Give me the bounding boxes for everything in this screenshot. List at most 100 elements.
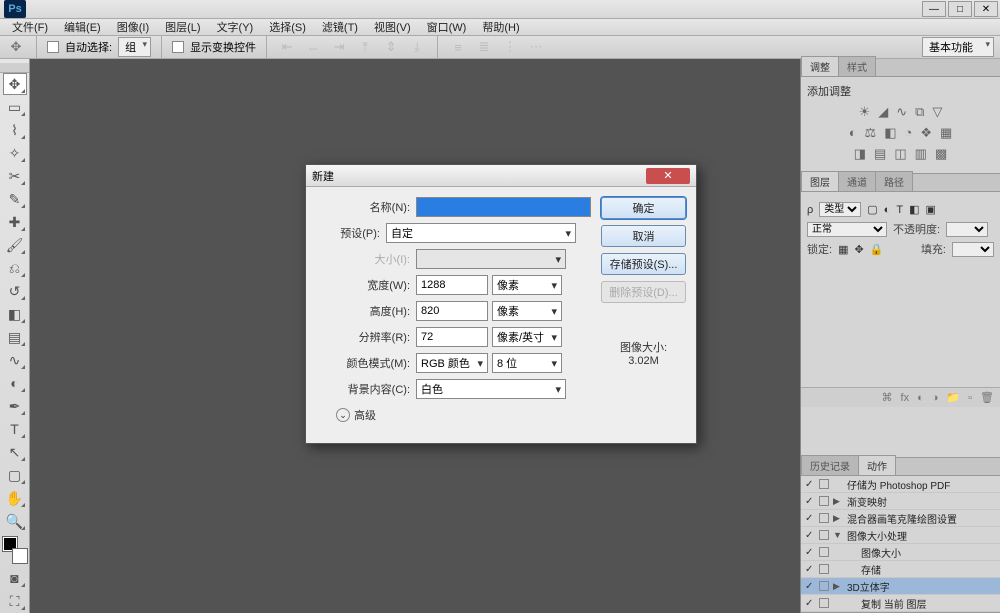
menu-select[interactable]: 选择(S)	[261, 19, 314, 35]
balance-icon[interactable]: ⚖	[865, 125, 877, 141]
fill-select[interactable]	[952, 242, 994, 257]
auto-select-target[interactable]: 组	[118, 37, 151, 57]
width-unit-select[interactable]: 像素	[492, 275, 562, 295]
resolution-unit-select[interactable]: 像素/英寸	[492, 327, 562, 347]
threshold-icon[interactable]: ◫	[894, 146, 906, 162]
action-row[interactable]: ✓▶3D立体字	[801, 578, 1000, 595]
colormode-select[interactable]: RGB 颜色	[416, 353, 488, 373]
brush-tool[interactable]: 🖌	[3, 234, 27, 256]
menu-layer[interactable]: 图层(L)	[157, 19, 208, 35]
action-row[interactable]: ✓仔储为 Photoshop PDF	[801, 476, 1000, 493]
selective-color-icon[interactable]: ▩	[935, 146, 947, 162]
move-tool[interactable]: ✥	[3, 73, 27, 95]
menu-help[interactable]: 帮助(H)	[474, 19, 527, 35]
photo-filter-icon[interactable]: ◔	[905, 125, 913, 141]
move-tool-icon[interactable]: ✥	[6, 37, 26, 57]
shape-tool[interactable]: ▢	[3, 464, 27, 486]
stamp-tool[interactable]: ⎌	[3, 257, 27, 279]
maximize-button[interactable]: □	[948, 1, 972, 17]
minimize-button[interactable]: —	[922, 1, 946, 17]
tab-adjustments[interactable]: 调整	[801, 56, 839, 76]
workspace-switcher[interactable]: 基本功能	[922, 37, 994, 57]
curves-icon[interactable]: ∿	[896, 104, 907, 120]
height-input[interactable]	[416, 301, 488, 321]
quickmask-tool[interactable]: ◙	[3, 567, 27, 589]
width-input[interactable]	[416, 275, 488, 295]
levels-icon[interactable]: ◢	[878, 104, 888, 120]
filter-pixel-icon[interactable]: ▢	[867, 203, 877, 216]
tab-channels[interactable]: 通道	[838, 171, 876, 191]
menu-file[interactable]: 文件(F)	[4, 19, 56, 35]
action-row[interactable]: ✓图像大小	[801, 544, 1000, 561]
lasso-tool[interactable]: ⌇	[3, 119, 27, 141]
save-preset-button[interactable]: 存储预设(S)...	[601, 253, 686, 275]
trash-icon[interactable]: 🗑	[980, 391, 994, 404]
invert-icon[interactable]: ◨	[854, 146, 866, 162]
bitdepth-select[interactable]: 8 位	[492, 353, 562, 373]
show-transform-checkbox[interactable]	[172, 41, 184, 53]
auto-select-checkbox[interactable]	[47, 41, 59, 53]
fx-icon[interactable]: fx	[901, 392, 910, 404]
lookup-icon[interactable]: ▦	[940, 125, 952, 141]
blur-tool[interactable]: ∿	[3, 349, 27, 371]
preset-select[interactable]: 自定	[386, 223, 576, 243]
menu-window[interactable]: 窗口(W)	[419, 19, 475, 35]
color-swatches[interactable]	[3, 537, 27, 563]
lock-position-icon[interactable]: ✥	[854, 243, 863, 256]
close-window-button[interactable]: ✕	[974, 1, 998, 17]
mask-icon[interactable]: ◐	[917, 392, 924, 404]
lock-all-icon[interactable]: 🔒	[870, 243, 884, 256]
marquee-tool[interactable]: ▭	[3, 96, 27, 118]
hand-tool[interactable]: ✋	[3, 487, 27, 509]
action-row[interactable]: ✓▶渐变映射	[801, 493, 1000, 510]
crop-tool[interactable]: ✂	[3, 165, 27, 187]
menu-image[interactable]: 图像(I)	[109, 19, 157, 35]
pen-tool[interactable]: ✒	[3, 395, 27, 417]
menu-view[interactable]: 视图(V)	[366, 19, 419, 35]
layer-filter-select[interactable]: 类型	[819, 202, 861, 217]
gradient-tool[interactable]: ▤	[3, 326, 27, 348]
action-row[interactable]: ✓▶混合器画笔克隆绘图设置	[801, 510, 1000, 527]
group-icon[interactable]: 📁	[946, 391, 960, 404]
action-row[interactable]: ✓存储	[801, 561, 1000, 578]
menu-edit[interactable]: 编辑(E)	[56, 19, 109, 35]
filter-shape-icon[interactable]: ◧	[909, 203, 919, 216]
mixer-icon[interactable]: ❖	[920, 125, 932, 141]
history-brush-tool[interactable]: ↺	[3, 280, 27, 302]
name-input[interactable]	[416, 197, 591, 217]
filter-type-icon[interactable]: T	[896, 204, 903, 216]
action-row[interactable]: ✓▼图像大小处理	[801, 527, 1000, 544]
height-unit-select[interactable]: 像素	[492, 301, 562, 321]
menu-filter[interactable]: 滤镜(T)	[314, 19, 366, 35]
posterize-icon[interactable]: ▤	[874, 146, 886, 162]
menu-type[interactable]: 文字(Y)	[209, 19, 262, 35]
brightness-icon[interactable]: ☀	[859, 104, 871, 120]
link-icon[interactable]: ⌘	[882, 391, 893, 404]
advanced-toggle[interactable]: ⌄ 高级	[336, 407, 591, 423]
cancel-button[interactable]: 取消	[601, 225, 686, 247]
type-tool[interactable]: T	[3, 418, 27, 440]
dodge-tool[interactable]: ◐	[3, 372, 27, 394]
filter-adjust-icon[interactable]: ◐	[884, 204, 891, 216]
action-row[interactable]: ✓复制 当前 图层	[801, 595, 1000, 612]
tab-history[interactable]: 历史记录	[801, 455, 859, 475]
blend-mode-select[interactable]: 正常	[807, 222, 887, 237]
heal-tool[interactable]: ✚	[3, 211, 27, 233]
gradient-map-icon[interactable]: ▥	[915, 146, 927, 162]
tab-layers[interactable]: 图层	[801, 171, 839, 191]
exposure-icon[interactable]: ⧉	[915, 104, 924, 120]
hue-icon[interactable]: ◐	[849, 125, 857, 141]
zoom-tool[interactable]: 🔍	[3, 510, 27, 532]
dialog-close-button[interactable]: ✕	[646, 168, 690, 184]
lock-pixels-icon[interactable]: ▦	[838, 243, 848, 256]
eyedropper-tool[interactable]: ✎	[3, 188, 27, 210]
bw-icon[interactable]: ◧	[884, 125, 896, 141]
filter-smart-icon[interactable]: ▣	[925, 203, 935, 216]
wand-tool[interactable]: ✧	[3, 142, 27, 164]
tab-styles[interactable]: 样式	[838, 56, 876, 76]
bgcontent-select[interactable]: 白色	[416, 379, 566, 399]
eraser-tool[interactable]: ◧	[3, 303, 27, 325]
resolution-input[interactable]	[416, 327, 488, 347]
vibrance-icon[interactable]: ▽	[932, 104, 942, 120]
path-tool[interactable]: ↖	[3, 441, 27, 463]
